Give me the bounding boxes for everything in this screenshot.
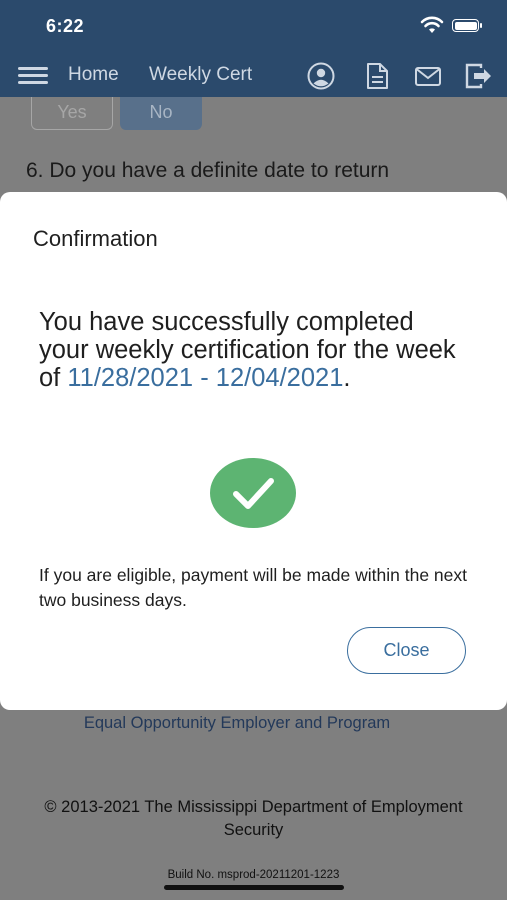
battery-icon: [452, 19, 482, 32]
payment-info-text: If you are eligible, payment will be mad…: [39, 565, 468, 610]
copyright-line: © 2013-2021 The Mississippi Department o…: [44, 798, 463, 816]
week-date-range: 11/28/2021 - 12/04/2021: [67, 364, 344, 392]
home-indicator: [164, 885, 344, 890]
status-bar: 6:22: [0, 0, 507, 52]
close-button[interactable]: Close: [347, 627, 466, 674]
equal-opportunity-link[interactable]: Equal Opportunity Employer and Program: [0, 714, 474, 733]
question-text: 6. Do you have a definite date to return: [26, 159, 390, 182]
nav-weekly-cert-link[interactable]: Weekly Cert: [149, 64, 252, 86]
wifi-icon: [420, 16, 444, 33]
nav-bar: Home Weekly Cert: [0, 56, 507, 96]
build-number: Build No. msprod-20211201-1223: [167, 869, 340, 881]
modal-title: Confirmation: [33, 226, 158, 251]
status-time: 6:22: [46, 16, 85, 36]
yes-option-button[interactable]: Yes: [31, 97, 113, 130]
success-check-icon: [210, 458, 296, 528]
message-period: .: [343, 364, 351, 392]
confirmation-message: You have successfully completed your wee…: [39, 308, 469, 392]
profile-icon[interactable]: [306, 61, 336, 91]
menu-icon[interactable]: [18, 67, 48, 85]
mail-icon[interactable]: [413, 61, 443, 91]
no-option-button[interactable]: No: [120, 97, 202, 130]
copyright-line: Security: [223, 821, 284, 839]
confirmation-modal: Confirmation You have successfully compl…: [0, 192, 507, 710]
nav-home-link[interactable]: Home: [68, 64, 119, 86]
document-icon[interactable]: [362, 61, 392, 91]
app-header: 6:22 Home Weekly Cert: [0, 0, 507, 97]
copyright-text: © 2013-2021 The Mississippi Department o…: [0, 796, 507, 842]
logout-icon[interactable]: [463, 61, 493, 91]
